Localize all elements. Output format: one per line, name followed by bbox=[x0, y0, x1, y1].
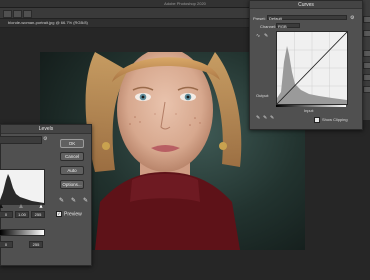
black-eyedropper-icon[interactable]: ✎ bbox=[58, 198, 65, 205]
black-eyedropper-icon[interactable]: ✎ bbox=[256, 115, 260, 121]
curves-title: Curves bbox=[298, 2, 314, 8]
curves-preset-label: Preset: bbox=[253, 16, 266, 21]
curves-graph-svg bbox=[276, 31, 348, 105]
gear-icon[interactable]: ⚙ bbox=[350, 15, 354, 21]
panel-button-5[interactable] bbox=[363, 74, 370, 81]
levels-ok-button[interactable]: OK bbox=[60, 139, 84, 148]
histogram-graph bbox=[0, 174, 44, 204]
levels-title: Levels bbox=[38, 126, 54, 132]
input-white-field[interactable]: 255 bbox=[31, 211, 45, 218]
panel-button-6[interactable] bbox=[363, 86, 370, 93]
levels-histogram bbox=[0, 169, 45, 205]
curves-input-label: Input: bbox=[304, 108, 315, 113]
curves-dialog: Curves Preset: Default ⚙ Channel: RGB ∿ … bbox=[249, 0, 363, 130]
curves-graph[interactable] bbox=[276, 31, 348, 105]
gray-eyedropper-icon[interactable]: ✎ bbox=[70, 198, 77, 205]
levels-preset-select[interactable] bbox=[0, 136, 42, 144]
curves-channel-select[interactable]: RGB bbox=[276, 23, 300, 29]
document-tab-label: blonde-woman-portrait.jpg @ 66.7% (RGB/8… bbox=[8, 20, 88, 25]
curves-preset-select[interactable]: Default bbox=[267, 15, 347, 21]
input-gamma-field[interactable]: 1.00 bbox=[15, 211, 29, 218]
input-levels-slider[interactable] bbox=[0, 204, 43, 208]
panel-button-2[interactable] bbox=[363, 30, 370, 37]
curves-output-label: Output: bbox=[256, 93, 270, 98]
white-eyedropper-icon[interactable]: ✎ bbox=[270, 115, 274, 121]
preview-checkbox[interactable]: ✓ bbox=[56, 211, 62, 217]
output-levels-gradient[interactable] bbox=[0, 229, 45, 236]
show-clipping-label: Show Clipping bbox=[322, 117, 348, 123]
curve-point-mode-icon[interactable]: ∿ bbox=[256, 33, 260, 39]
show-clipping-checkbox[interactable] bbox=[314, 117, 320, 123]
curves-input-gradient bbox=[276, 105, 346, 107]
gray-eyedropper-icon[interactable]: ✎ bbox=[263, 115, 267, 121]
levels-auto-button[interactable]: Auto bbox=[60, 166, 84, 175]
brush-option-button[interactable] bbox=[13, 10, 22, 18]
show-clipping-row[interactable]: Show Clipping bbox=[314, 117, 348, 123]
levels-dialog: Levels ⚙ OK Cancel Auto Options... ✎ ✎ ✎… bbox=[0, 124, 92, 266]
levels-options-button[interactable]: Options... bbox=[60, 180, 84, 189]
gear-icon[interactable]: ⚙ bbox=[43, 136, 47, 142]
mode-option-button[interactable] bbox=[23, 10, 32, 18]
panel-button-3[interactable] bbox=[363, 50, 370, 57]
input-black-field[interactable]: 0 bbox=[0, 211, 13, 218]
pencil-icon[interactable]: ✎ bbox=[264, 33, 268, 39]
preview-label: Preview bbox=[64, 211, 82, 218]
preview-checkbox-row[interactable]: ✓ Preview bbox=[56, 211, 82, 217]
levels-cancel-button[interactable]: Cancel bbox=[60, 152, 84, 161]
output-white-field[interactable]: 255 bbox=[29, 241, 43, 248]
panel-button-1[interactable] bbox=[363, 16, 370, 23]
tool-preset-button[interactable] bbox=[3, 10, 12, 18]
output-black-field[interactable]: 0 bbox=[0, 241, 13, 248]
white-eyedropper-icon[interactable]: ✎ bbox=[82, 198, 89, 205]
curves-channel-label: Channel: bbox=[260, 24, 277, 29]
panel-button-4[interactable] bbox=[363, 62, 370, 69]
